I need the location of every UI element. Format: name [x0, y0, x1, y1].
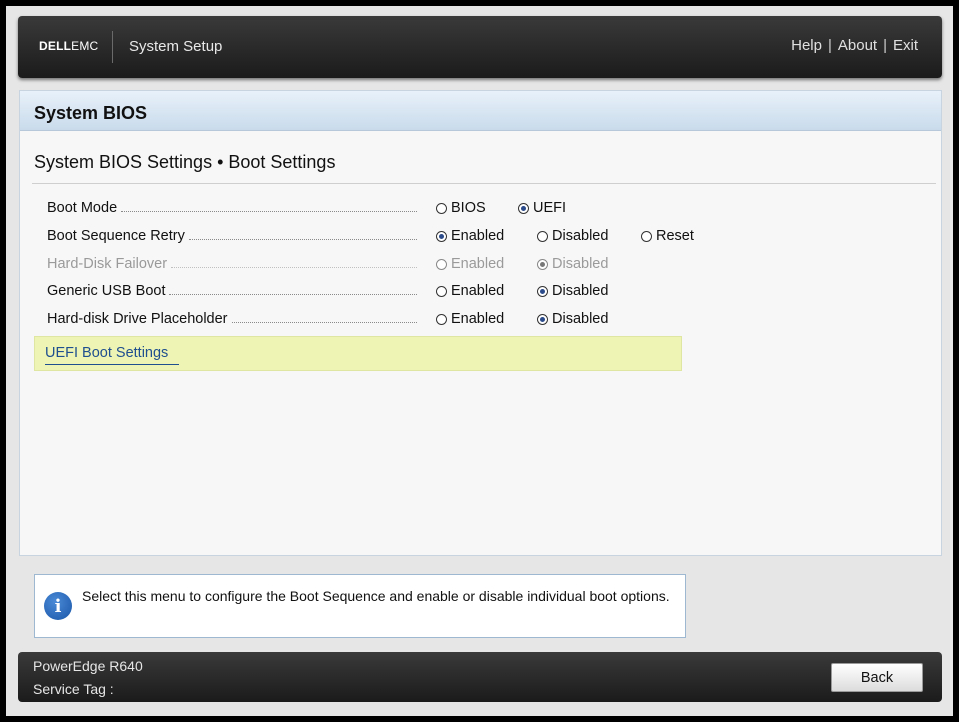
radio-retry-reset[interactable]: Reset — [641, 225, 694, 247]
panel-header: System BIOS — [20, 91, 941, 131]
section-divider — [32, 183, 936, 184]
radio-selected-icon — [537, 285, 548, 297]
about-link[interactable]: About — [838, 37, 877, 54]
panel-title: System BIOS — [34, 103, 148, 123]
section-title: System BIOS Settings • Boot Settings — [34, 152, 336, 172]
radio-placeholder-disabled[interactable]: Disabled — [537, 308, 608, 330]
radio-failover-disabled: Disabled — [537, 253, 608, 275]
dell-emc-logo: DELLEMC — [39, 39, 99, 53]
link-separator: | — [883, 37, 887, 54]
setting-label: Generic USB Boot — [47, 283, 166, 299]
radio-unselected-icon — [436, 202, 447, 214]
setting-label: Hard-disk Drive Placeholder — [47, 311, 228, 327]
footer-bar: PowerEdge R640 Service Tag : Back — [18, 652, 942, 702]
radio-unselected-icon — [436, 313, 447, 325]
setting-label: Hard-Disk Failover — [47, 256, 168, 272]
radio-selected-icon — [518, 202, 529, 214]
service-tag: Service Tag : — [33, 681, 114, 697]
radio-unselected-icon — [537, 230, 548, 242]
radio-unselected-icon — [436, 258, 447, 270]
leader-dots — [231, 321, 417, 323]
top-bar: DELLEMC System Setup Help | About | Exit — [18, 16, 942, 78]
radio-selected-icon — [436, 230, 447, 242]
radio-boot-mode-uefi[interactable]: UEFI — [518, 197, 566, 219]
radio-unselected-icon — [641, 230, 652, 242]
radio-selected-icon — [537, 258, 548, 270]
radio-selected-icon — [537, 313, 548, 325]
radio-failover-enabled: Enabled — [436, 253, 504, 275]
logo-divider — [112, 31, 113, 63]
radio-usb-enabled[interactable]: Enabled — [436, 280, 504, 302]
radio-boot-mode-bios[interactable]: BIOS — [436, 197, 486, 219]
main-panel: System BIOS System BIOS Settings • Boot … — [19, 90, 942, 556]
system-setup-screen: DELLEMC System Setup Help | About | Exit Sys… — [6, 6, 953, 716]
help-text: Select this menu to configure the Boot S… — [82, 588, 670, 604]
system-model: PowerEdge R640 — [33, 658, 143, 674]
setting-label: Boot Sequence Retry — [47, 228, 185, 244]
setting-label: Boot Mode — [47, 200, 118, 216]
radio-usb-disabled[interactable]: Disabled — [537, 280, 608, 302]
leader-dots — [188, 238, 417, 240]
back-button[interactable]: Back — [831, 663, 923, 692]
radio-retry-enabled[interactable]: Enabled — [436, 225, 504, 247]
info-icon: i — [44, 592, 72, 620]
radio-retry-disabled[interactable]: Disabled — [537, 225, 608, 247]
leader-dots — [121, 210, 417, 212]
leader-dots — [171, 266, 417, 268]
uefi-boot-settings-link[interactable]: UEFI Boot Settings — [45, 345, 179, 365]
app-title: System Setup — [129, 38, 223, 55]
radio-unselected-icon — [436, 285, 447, 297]
exit-link[interactable]: Exit — [893, 37, 918, 54]
top-links: Help | About | Exit — [791, 37, 918, 54]
help-info-box: i Select this menu to configure the Boot… — [34, 574, 686, 638]
radio-placeholder-enabled[interactable]: Enabled — [436, 308, 504, 330]
link-separator: | — [827, 37, 832, 54]
uefi-boot-settings-row[interactable]: UEFI Boot Settings — [34, 336, 682, 371]
leader-dots — [169, 293, 417, 295]
help-link[interactable]: Help — [791, 37, 822, 54]
